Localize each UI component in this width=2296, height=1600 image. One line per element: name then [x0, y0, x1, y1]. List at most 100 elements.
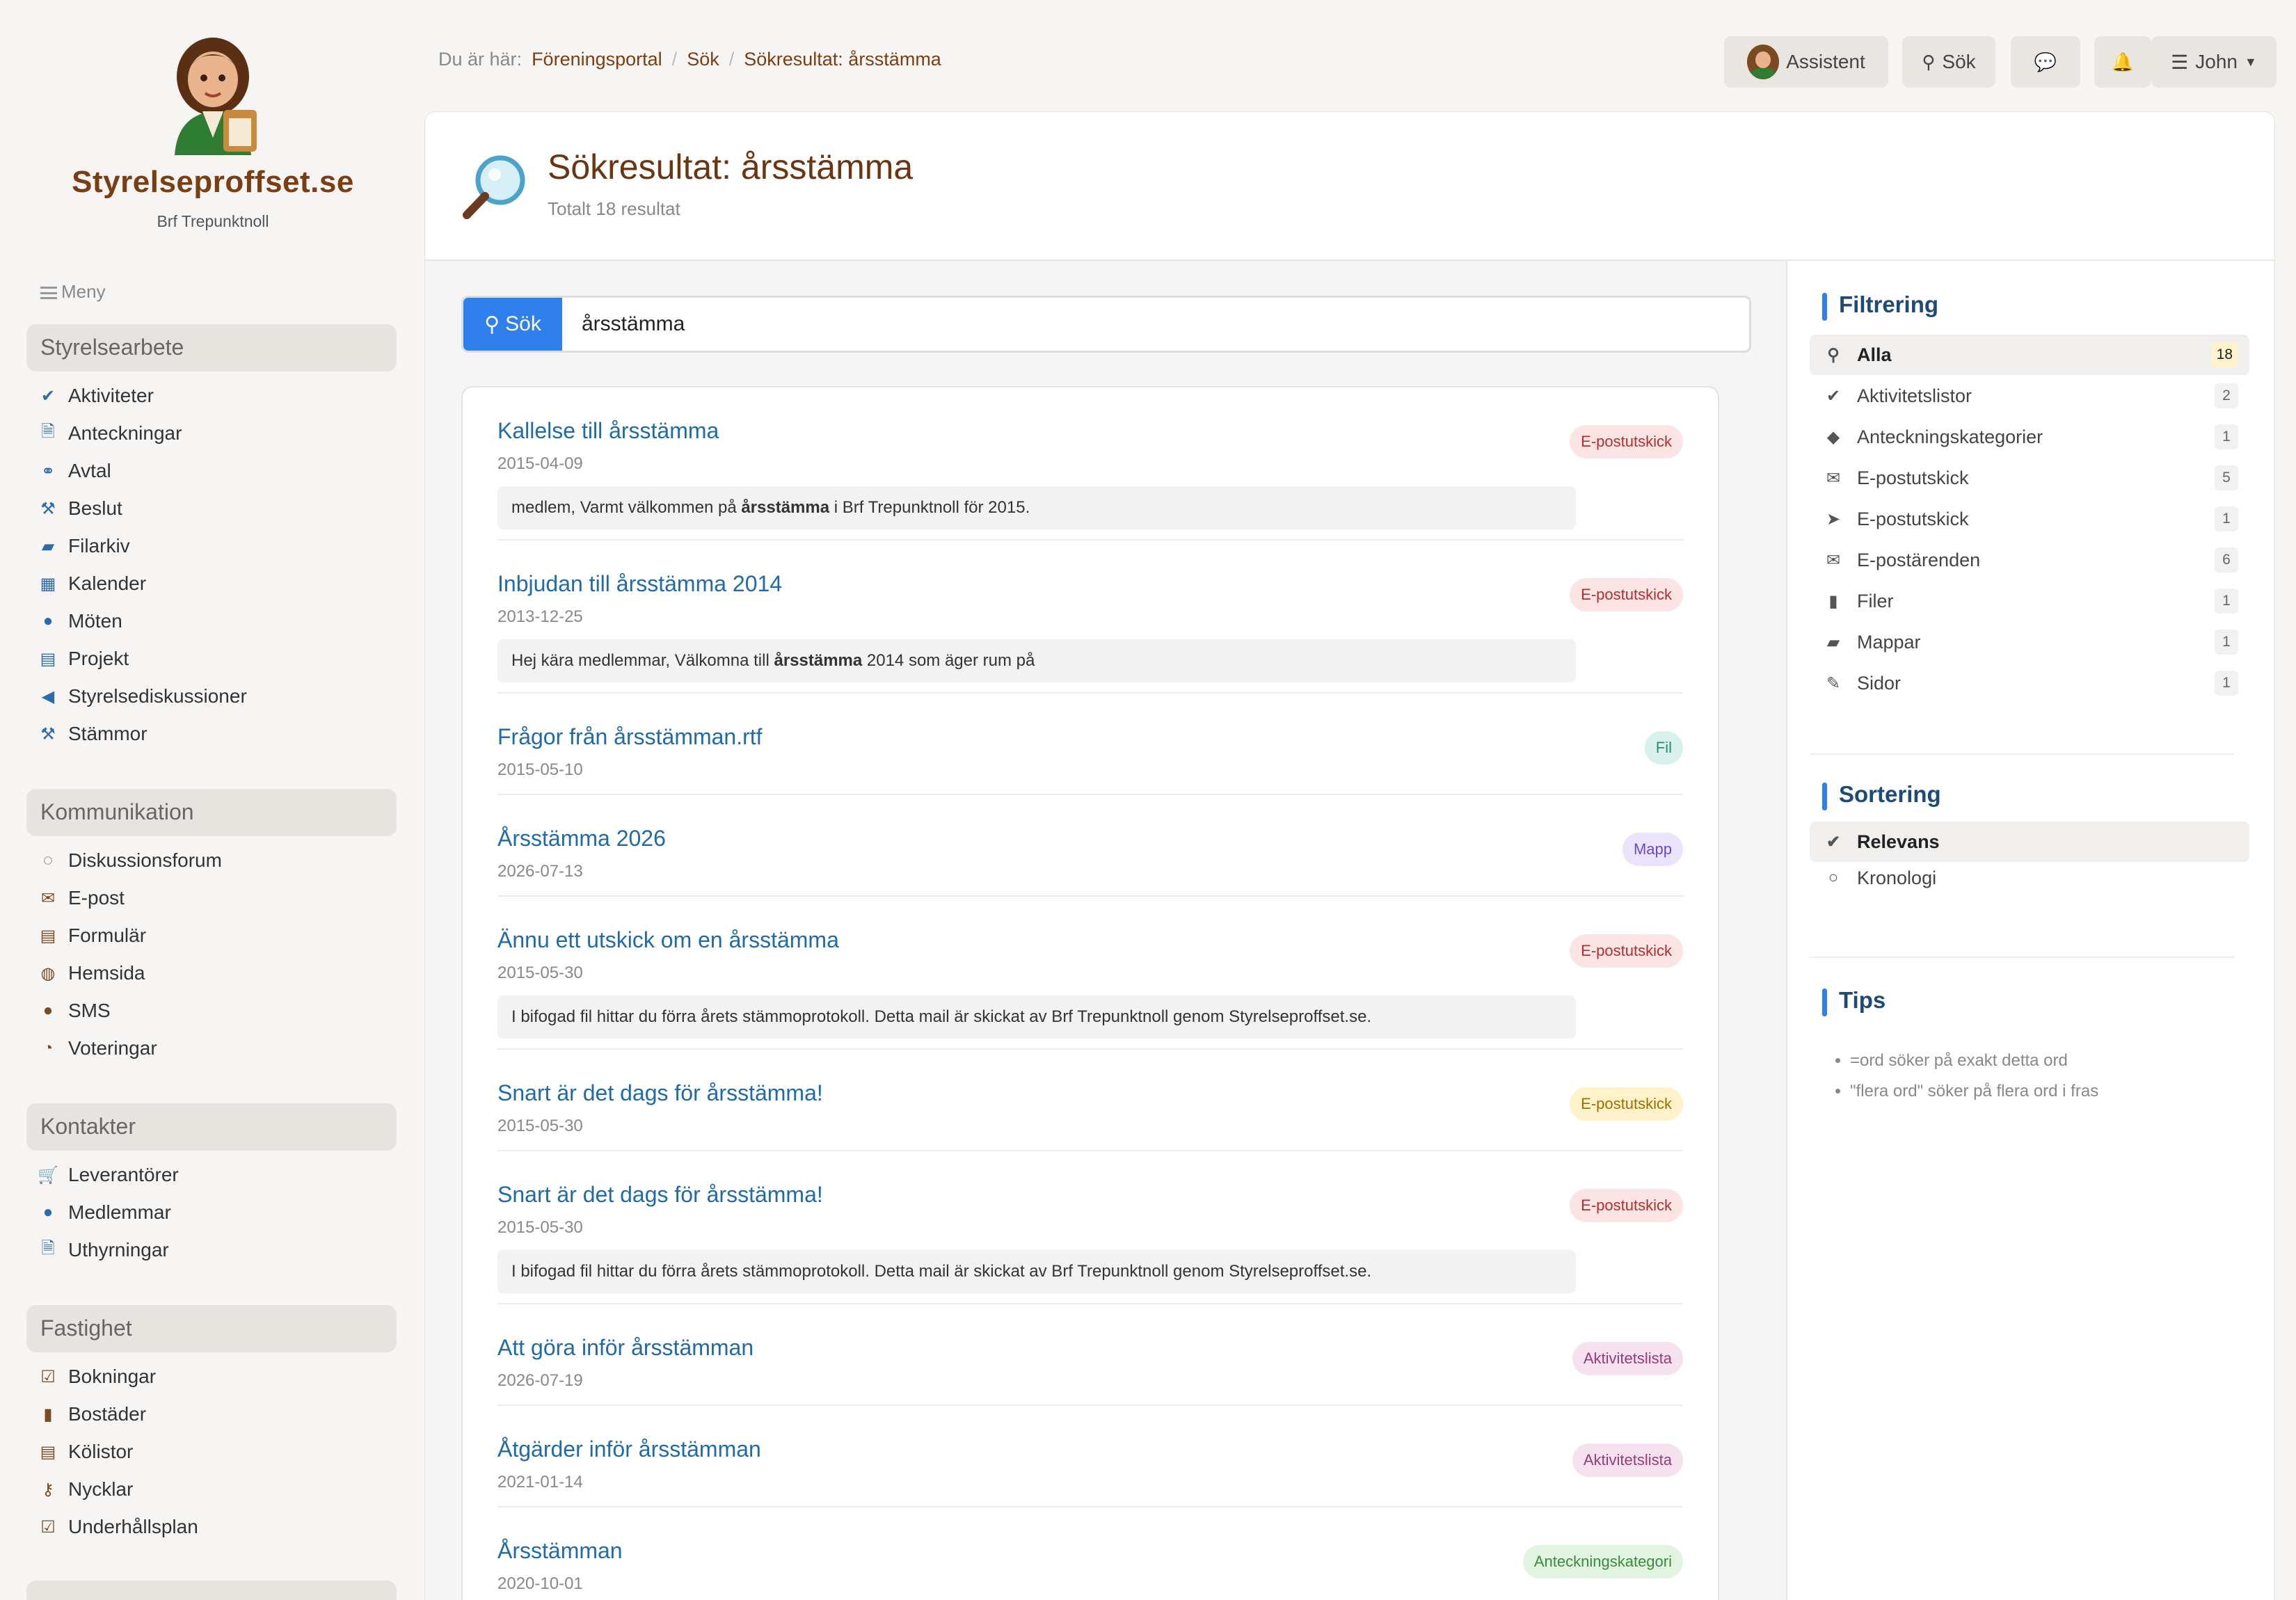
sidebar-item-bokningar[interactable]: ☑ Bokningar — [26, 1358, 397, 1395]
sidebar-item-label: Kalender — [68, 573, 147, 594]
sidebar-item-diskussionsforum[interactable]: ◌ Diskussionsforum — [26, 842, 397, 879]
filter-label: Mappar — [1857, 631, 1921, 653]
filter-item[interactable]: ▮ Filer 1 — [1810, 581, 2249, 621]
section-heading[interactable]: Kontakter — [26, 1103, 397, 1151]
sidebar-item-projekt[interactable]: ▤ Projekt — [26, 640, 397, 678]
sidebar-item-styrelsediskussioner[interactable]: ◀ Styrelsediskussioner — [26, 678, 397, 715]
sidebar-item-voteringar[interactable]: ◔ Voteringar — [26, 1030, 397, 1067]
building-icon: ▮ — [43, 1405, 53, 1424]
result-title-link[interactable]: Att göra inför årsstämman — [497, 1335, 754, 1361]
sidebar-item-aktiviteter[interactable]: ✔ Aktiviteter — [26, 377, 397, 415]
section-heading[interactable]: Fastighet — [26, 1305, 397, 1352]
search-button-top[interactable]: ⚲ Sök — [1902, 36, 1995, 88]
sms-bubble-icon: ● — [42, 1001, 54, 1020]
filter-item[interactable]: ✔ Aktivitetslistor 2 — [1810, 376, 2249, 416]
filter-item[interactable]: ✉ E-postutskick 5 — [1810, 458, 2249, 498]
sidebar-item-label: Voteringar — [68, 1037, 157, 1059]
sort-option[interactable]: ○ Kronologi — [1810, 858, 2249, 898]
search-result: Åtgärder inför årsstämman 2021-01-14 Aktiv… — [497, 1406, 1683, 1507]
search-result: Snart är det dags för årsstämma! 2015-05-… — [497, 1050, 1683, 1151]
result-title-link[interactable]: Inbjudan till årsstämma 2014 — [497, 571, 782, 597]
filter-item[interactable]: ✉ E-postärenden 6 — [1810, 540, 2249, 580]
notifications-button[interactable]: 🔔 — [2094, 36, 2151, 88]
sidebar-item-label: Stämmor — [68, 723, 148, 744]
sidebar-item-leverantorer[interactable]: 🛒 Leverantörer — [26, 1156, 397, 1194]
brand-logo[interactable]: Styrelseproffset.se Brf Trepunktnoll — [0, 33, 426, 231]
section-heading[interactable]: Kommunikation — [26, 789, 397, 836]
result-type-badge: Mapp — [1622, 833, 1683, 866]
search-icon: ⚲ — [484, 312, 500, 336]
sidebar-item-anteckningar[interactable]: 🗎 Anteckningar — [26, 415, 397, 452]
section-heading[interactable] — [26, 1581, 397, 1600]
organization-name: Brf Trepunktnoll — [157, 212, 269, 230]
sidebar-item-sms[interactable]: ● SMS — [26, 992, 397, 1030]
result-title-link[interactable]: Åtgärder inför årsstämman — [497, 1437, 761, 1462]
sort-label: Relevans — [1857, 831, 1940, 852]
sidebar-item-kolistor[interactable]: ▤ Kölistor — [26, 1433, 397, 1471]
search-bar: ⚲ Sök — [461, 296, 1751, 353]
messages-button[interactable]: 💬 — [2011, 36, 2080, 88]
envelope-icon: ✉ — [40, 888, 56, 908]
result-title-link[interactable]: Årsstämma 2026 — [497, 826, 666, 851]
sidebar-item-filarkiv[interactable]: ▰ Filarkiv — [26, 527, 397, 565]
sidebar-section-fastighet: Fastighet ☑ Bokningar ▮ Bostäder ▤ Kölistor… — [26, 1305, 397, 1546]
document-icon: 🗎 — [41, 1238, 55, 1258]
sidebar-section-kontakter: Kontakter 🛒 Leverantörer ● Medlemmar 🗎 Uthy… — [26, 1103, 397, 1269]
megaphone-icon: ◀ — [41, 687, 55, 706]
result-title-link[interactable]: Frågor från årsstämman.rtf — [497, 724, 763, 750]
hamburger-icon: ☰ — [2171, 51, 2189, 73]
hamburger-icon — [40, 287, 57, 300]
sort-option[interactable]: ✔ Relevans — [1810, 822, 2249, 862]
sidebar-item-bostader[interactable]: ▮ Bostäder — [26, 1395, 397, 1433]
sidebar-item-underhallsplan[interactable]: ☑ Underhållsplan — [26, 1508, 397, 1546]
sidebar-item-formular[interactable]: ▤ Formulär — [26, 917, 397, 954]
sidebar-item-medlemmar[interactable]: ● Medlemmar — [26, 1194, 397, 1231]
filter-item[interactable]: ➤ E-postutskick 1 — [1810, 499, 2249, 539]
sidebar-item-hemsida[interactable]: ◍ Hemsida — [26, 954, 397, 992]
result-date: 2020-10-01 — [497, 1574, 583, 1593]
sidebar-item-epost[interactable]: ✉ E-post — [26, 879, 397, 917]
tips-heading: Tips — [1822, 987, 1886, 1016]
sidebar-item-beslut[interactable]: ⚒ Beslut — [26, 490, 397, 527]
check-icon: ✔ — [40, 386, 56, 406]
filter-item[interactable]: ▰ Mappar 1 — [1810, 622, 2249, 662]
assistant-button[interactable]: Assistent — [1724, 36, 1888, 88]
sidebar-item-avtal[interactable]: ⚭ Avtal — [26, 452, 397, 490]
snippet-text: Hej kära medlemmar, Välkomna till — [511, 651, 774, 670]
calendar-check-icon: ☑ — [40, 1517, 56, 1537]
filter-item[interactable]: ✎ Sidor 1 — [1810, 663, 2249, 703]
breadcrumb-link-foreningsportal[interactable]: Föreningsportal — [532, 49, 662, 70]
clipboard-icon: ▤ — [40, 649, 56, 669]
result-title-link[interactable]: Snart är det dags för årsstämma! — [497, 1080, 823, 1106]
result-title-link[interactable]: Årsstämman — [497, 1538, 623, 1564]
filter-count-badge: 5 — [2215, 465, 2238, 490]
result-title-link[interactable]: Ännu ett utskick om en årsstämma — [497, 927, 839, 953]
menu-toggle[interactable]: Meny — [40, 281, 106, 303]
sidebar-item-moten[interactable]: ● Möten — [26, 602, 397, 640]
result-title-link[interactable]: Snart är det dags för årsstämma! — [497, 1182, 823, 1208]
result-title-link[interactable]: Kallelse till årsstämma — [497, 418, 719, 444]
sidebar-item-kalender[interactable]: ▦ Kalender — [26, 565, 397, 602]
snippet-text: I bifogad fil hittar du förra årets stäm… — [511, 1262, 1372, 1281]
filter-item[interactable]: ⚲ Alla 18 — [1810, 335, 2249, 375]
page-header: Sökresultat: årsstämma Totalt 18 resulta… — [425, 112, 2274, 261]
sidebar-item-label: Nycklar — [68, 1478, 134, 1500]
search-icon: ⚲ — [1827, 345, 1840, 365]
document-icon: 🗎 — [41, 422, 55, 441]
sidebar-item-label: Avtal — [68, 460, 111, 481]
breadcrumb-separator: / — [728, 49, 735, 70]
cart-icon: 🛒 — [38, 1165, 58, 1185]
search-submit-button[interactable]: ⚲ Sök — [463, 298, 562, 351]
filter-item[interactable]: ◆ Anteckningskategorier 1 — [1810, 417, 2249, 457]
sidebar-item-label: Bostäder — [68, 1403, 147, 1425]
sidebar-item-uthyrningar[interactable]: 🗎 Uthyrningar — [26, 1231, 397, 1269]
user-icon: ● — [42, 1203, 54, 1222]
user-menu-button[interactable]: ☰ John ▼ — [2151, 36, 2277, 88]
search-input[interactable] — [562, 298, 1749, 351]
sidebar-item-stammor[interactable]: ⚒ Stämmor — [26, 715, 397, 753]
breadcrumb-link-sok[interactable]: Sök — [687, 49, 719, 70]
filter-count-badge: 2 — [2215, 383, 2238, 408]
sidebar-item-nycklar[interactable]: ⚷ Nycklar — [26, 1471, 397, 1508]
divider — [1810, 753, 2234, 755]
section-heading[interactable]: Styrelsearbete — [26, 324, 397, 371]
